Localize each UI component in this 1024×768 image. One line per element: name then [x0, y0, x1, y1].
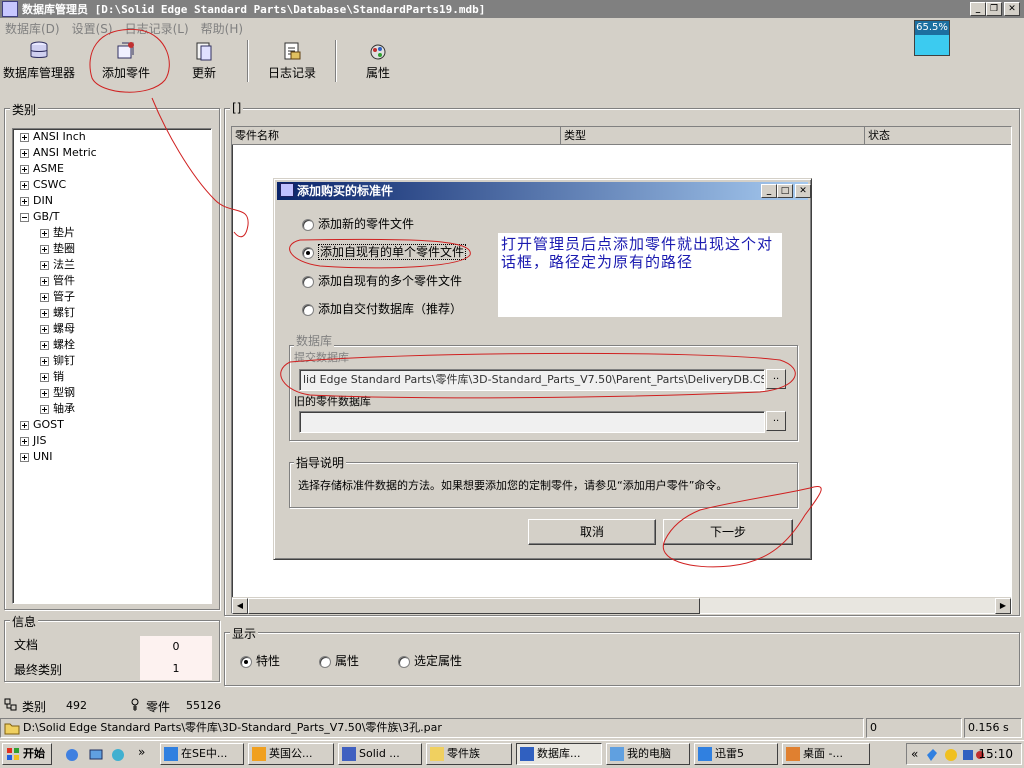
app-icon [610, 747, 624, 761]
app-icon [698, 747, 712, 761]
taskbar-item[interactable]: 桌面 -... [782, 743, 870, 765]
taskbar-item-label: 桌面 -... [803, 747, 843, 760]
tray-more[interactable]: « [911, 744, 918, 764]
taskbar-item[interactable]: 数据库... [516, 743, 602, 765]
annotation-circle-option [289, 238, 471, 269]
ie-icon[interactable] [64, 747, 80, 763]
taskbar-item[interactable]: 迅雷5 [694, 743, 778, 765]
desktop-icon[interactable] [88, 747, 104, 763]
taskbar-item[interactable]: 我的电脑 [606, 743, 690, 765]
app-icon [252, 747, 266, 761]
taskbar-item-label: Solid ... [359, 747, 400, 760]
annotation-circle-db-field [280, 352, 796, 399]
taskbar-item-label: 零件族 [447, 747, 480, 760]
tray-icons[interactable] [925, 747, 985, 763]
app-icon [164, 747, 178, 761]
taskbar-item-label: 迅雷5 [715, 747, 744, 760]
media-icon[interactable] [110, 747, 126, 763]
clock: 15:10 [978, 747, 1013, 761]
taskbar-item[interactable]: Solid ... [338, 743, 422, 765]
taskbar-item[interactable]: 英国公... [248, 743, 334, 765]
taskbar-item-label: 我的电脑 [627, 747, 671, 760]
windows-logo-icon [7, 748, 19, 760]
annotation-arrow-line [151, 97, 249, 238]
system-tray: « 15:10 [906, 743, 1022, 765]
taskbar: 开始 » 在SE中... 英国公... Solid ... 零件族 数据库... 我的电脑… [0, 740, 1024, 768]
quicklaunch-more[interactable]: » [138, 745, 145, 759]
taskbar-item-label: 数据库... [537, 747, 581, 760]
taskbar-item[interactable]: 在SE中... [160, 743, 244, 765]
taskbar-item[interactable]: 零件族 [426, 743, 512, 765]
annotation-circle-add-part [89, 28, 170, 93]
app-icon [786, 747, 800, 761]
annotation-circle-next [662, 486, 822, 568]
app-icon [342, 747, 356, 761]
app-icon [430, 747, 444, 761]
annotation-overlay [89, 28, 822, 568]
taskbar-item-label: 英国公... [269, 747, 313, 760]
start-button[interactable]: 开始 [2, 743, 52, 765]
app-icon [520, 747, 534, 761]
taskbar-item-label: 在SE中... [181, 747, 228, 760]
